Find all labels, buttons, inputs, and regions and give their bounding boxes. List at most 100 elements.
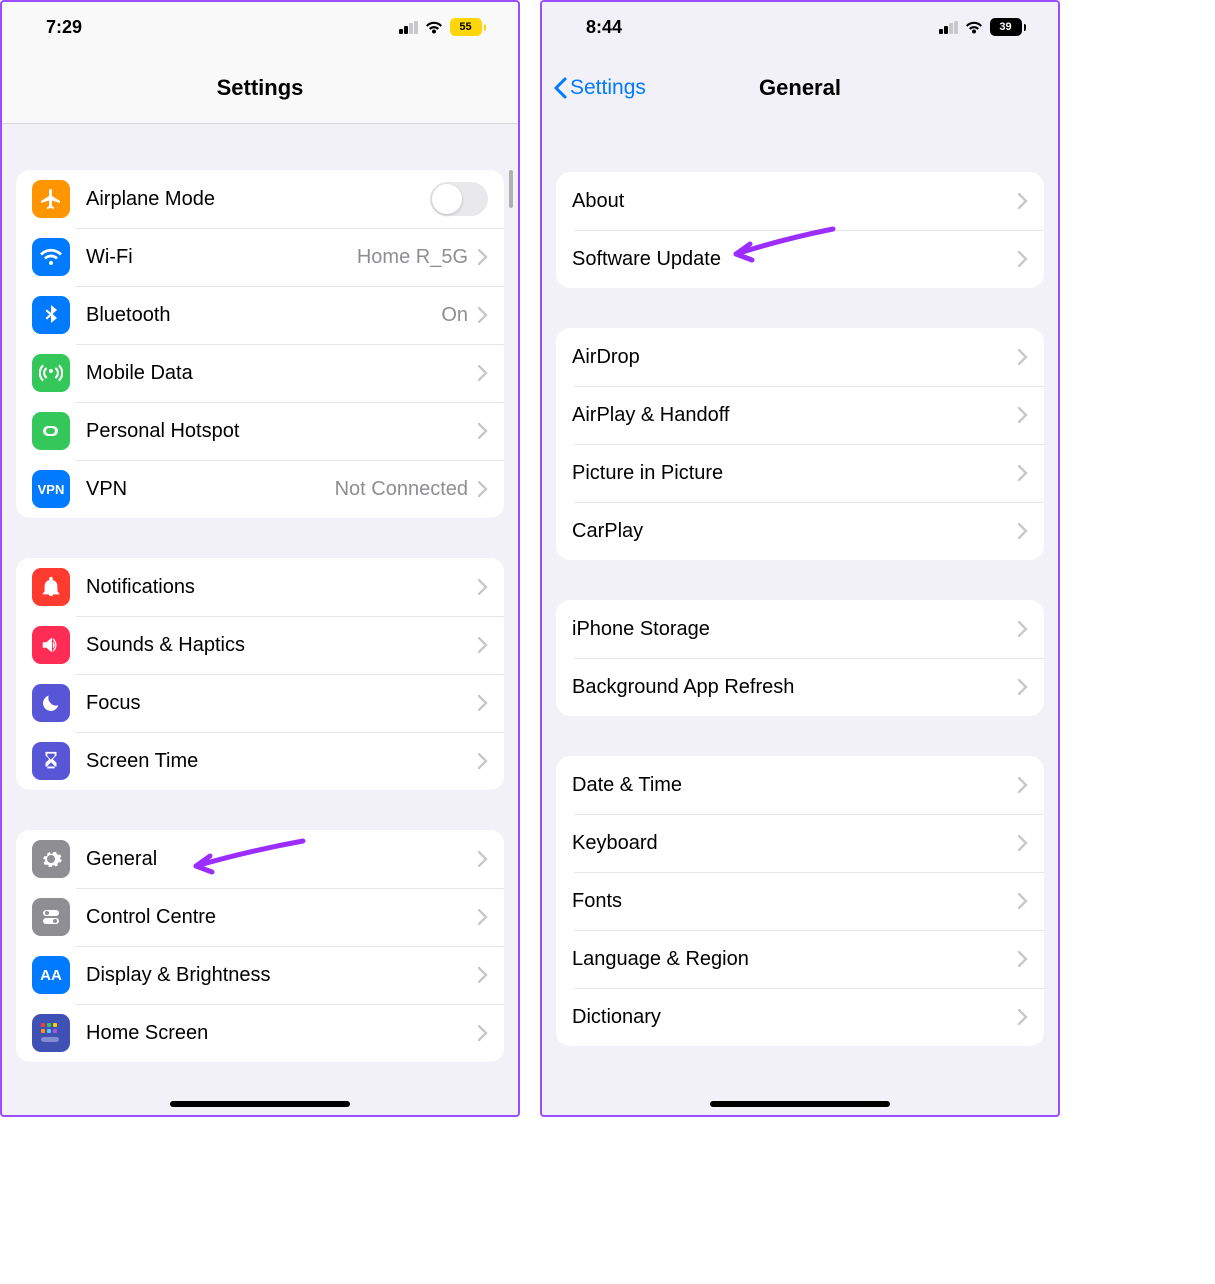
row-dictionary[interactable]: Dictionary bbox=[556, 988, 1044, 1046]
gear-icon bbox=[32, 840, 70, 878]
bell-icon bbox=[32, 568, 70, 606]
row-background-refresh[interactable]: Background App Refresh bbox=[556, 658, 1044, 716]
chevron-right-icon bbox=[1018, 893, 1028, 909]
group-date-keyboard: Date & Time Keyboard Fonts Language & Re… bbox=[556, 756, 1044, 1046]
battery-icon: 39 bbox=[990, 18, 1027, 36]
row-vpn[interactable]: VPN VPN Not Connected bbox=[16, 460, 504, 518]
chevron-right-icon bbox=[1018, 465, 1028, 481]
row-home-screen[interactable]: Home Screen bbox=[16, 1004, 504, 1062]
status-time: 8:44 bbox=[586, 17, 622, 38]
group-airdrop: AirDrop AirPlay & Handoff Picture in Pic… bbox=[556, 328, 1044, 560]
row-language-region[interactable]: Language & Region bbox=[556, 930, 1044, 988]
row-label: Mobile Data bbox=[86, 362, 478, 385]
chevron-right-icon bbox=[478, 579, 488, 595]
airplane-toggle[interactable] bbox=[430, 182, 488, 216]
back-button[interactable]: Settings bbox=[552, 52, 646, 124]
status-right: 39 bbox=[939, 18, 1026, 36]
chevron-right-icon bbox=[1018, 251, 1028, 267]
row-airplane-mode[interactable]: Airplane Mode bbox=[16, 170, 504, 228]
row-label: Notifications bbox=[86, 576, 478, 599]
general-content: About Software Update AirDrop AirPlay & … bbox=[542, 124, 1058, 1115]
wifi-icon bbox=[964, 20, 984, 35]
row-label: VPN bbox=[86, 478, 335, 501]
nav-title: General bbox=[759, 75, 841, 101]
row-label: General bbox=[86, 848, 478, 871]
status-bar: 7:29 55 bbox=[2, 2, 518, 52]
row-general[interactable]: General bbox=[16, 830, 504, 888]
row-airdrop[interactable]: AirDrop bbox=[556, 328, 1044, 386]
row-label: Personal Hotspot bbox=[86, 420, 478, 443]
row-keyboard[interactable]: Keyboard bbox=[556, 814, 1044, 872]
row-label: Keyboard bbox=[572, 832, 1018, 855]
row-picture-in-picture[interactable]: Picture in Picture bbox=[556, 444, 1044, 502]
scrollbar[interactable] bbox=[509, 170, 513, 208]
row-about[interactable]: About bbox=[556, 172, 1044, 230]
row-detail: Not Connected bbox=[335, 478, 468, 501]
status-time: 7:29 bbox=[46, 17, 82, 38]
row-label: Fonts bbox=[572, 890, 1018, 913]
cellular-icon bbox=[939, 21, 958, 34]
row-label: Sounds & Haptics bbox=[86, 634, 478, 657]
row-label: Control Centre bbox=[86, 906, 478, 929]
speaker-icon bbox=[32, 626, 70, 664]
chevron-right-icon bbox=[478, 909, 488, 925]
row-label: Software Update bbox=[572, 248, 1018, 271]
nav-bar: Settings General bbox=[542, 52, 1058, 124]
chevron-right-icon bbox=[1018, 349, 1028, 365]
chevron-right-icon bbox=[478, 1025, 488, 1041]
row-mobile-data[interactable]: Mobile Data bbox=[16, 344, 504, 402]
phone-settings: 7:29 55 Settings Airplane Mode bbox=[0, 0, 520, 1117]
row-label: iPhone Storage bbox=[572, 618, 1018, 641]
row-iphone-storage[interactable]: iPhone Storage bbox=[556, 600, 1044, 658]
wifi-icon bbox=[424, 20, 444, 35]
row-software-update[interactable]: Software Update bbox=[556, 230, 1044, 288]
chevron-right-icon bbox=[478, 365, 488, 381]
chevron-right-icon bbox=[478, 423, 488, 439]
row-focus[interactable]: Focus bbox=[16, 674, 504, 732]
chevron-right-icon bbox=[478, 695, 488, 711]
settings-content: Airplane Mode Wi-Fi Home R_5G Bluetooth … bbox=[2, 124, 518, 1115]
chevron-right-icon bbox=[478, 851, 488, 867]
row-notifications[interactable]: Notifications bbox=[16, 558, 504, 616]
chevron-right-icon bbox=[1018, 1009, 1028, 1025]
row-wifi[interactable]: Wi-Fi Home R_5G bbox=[16, 228, 504, 286]
chevron-right-icon bbox=[478, 753, 488, 769]
home-indicator[interactable] bbox=[170, 1101, 350, 1107]
home-indicator[interactable] bbox=[710, 1101, 890, 1107]
row-label: Airplane Mode bbox=[86, 188, 430, 211]
group-system: General Control Centre AA Display & Brig… bbox=[16, 830, 504, 1062]
row-label: CarPlay bbox=[572, 520, 1018, 543]
chevron-right-icon bbox=[478, 637, 488, 653]
moon-icon bbox=[32, 684, 70, 722]
row-bluetooth[interactable]: Bluetooth On bbox=[16, 286, 504, 344]
row-fonts[interactable]: Fonts bbox=[556, 872, 1044, 930]
row-control-centre[interactable]: Control Centre bbox=[16, 888, 504, 946]
airplane-icon bbox=[32, 180, 70, 218]
chevron-right-icon bbox=[1018, 523, 1028, 539]
group-storage: iPhone Storage Background App Refresh bbox=[556, 600, 1044, 716]
row-screen-time[interactable]: Screen Time bbox=[16, 732, 504, 790]
row-label: Dictionary bbox=[572, 1006, 1018, 1029]
row-label: Home Screen bbox=[86, 1022, 478, 1045]
row-airplay-handoff[interactable]: AirPlay & Handoff bbox=[556, 386, 1044, 444]
status-bar: 8:44 39 bbox=[542, 2, 1058, 52]
chevron-right-icon bbox=[478, 307, 488, 323]
cellular-icon bbox=[399, 21, 418, 34]
chevron-right-icon bbox=[1018, 621, 1028, 637]
row-label: Language & Region bbox=[572, 948, 1018, 971]
back-label: Settings bbox=[570, 76, 646, 100]
chevron-right-icon bbox=[1018, 777, 1028, 793]
row-personal-hotspot[interactable]: Personal Hotspot bbox=[16, 402, 504, 460]
nav-bar: Settings bbox=[2, 52, 518, 124]
row-display-brightness[interactable]: AA Display & Brightness bbox=[16, 946, 504, 1004]
wifi-row-icon bbox=[32, 238, 70, 276]
group-connectivity: Airplane Mode Wi-Fi Home R_5G Bluetooth … bbox=[16, 170, 504, 518]
row-sounds-haptics[interactable]: Sounds & Haptics bbox=[16, 616, 504, 674]
row-carplay[interactable]: CarPlay bbox=[556, 502, 1044, 560]
row-label: Screen Time bbox=[86, 750, 478, 773]
row-detail: On bbox=[441, 304, 468, 327]
row-date-time[interactable]: Date & Time bbox=[556, 756, 1044, 814]
group-notifications: Notifications Sounds & Haptics Focus bbox=[16, 558, 504, 790]
row-label: Picture in Picture bbox=[572, 462, 1018, 485]
row-label: Wi-Fi bbox=[86, 246, 357, 269]
